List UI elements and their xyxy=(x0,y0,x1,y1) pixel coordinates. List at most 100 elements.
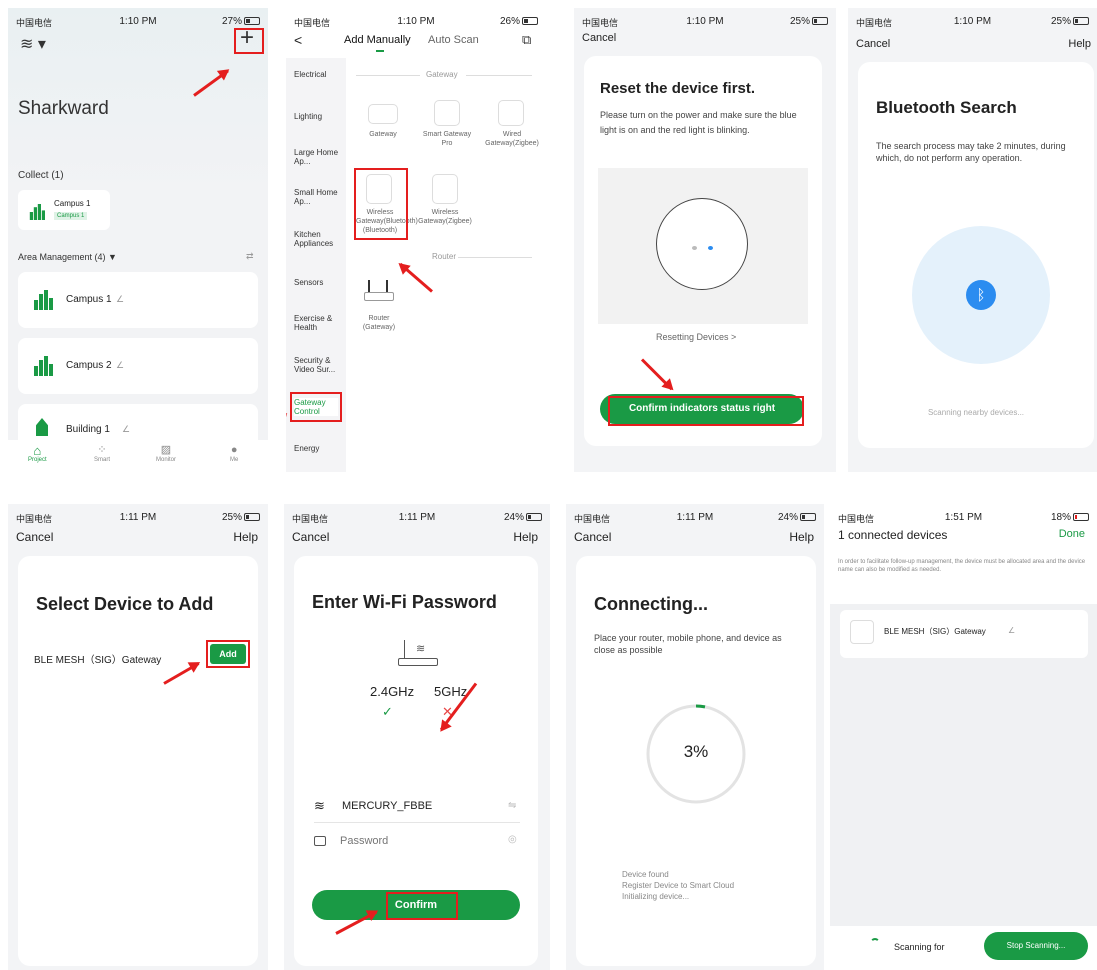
category-item[interactable]: Large Home Ap... xyxy=(294,148,340,166)
category-item[interactable]: Small Home Ap... xyxy=(294,188,340,206)
card-title: Reset the device first. xyxy=(600,80,756,97)
category-item[interactable]: Exercise & Health xyxy=(294,314,340,332)
switch-network-icon[interactable]: ⇋ xyxy=(508,800,516,811)
tab-underline xyxy=(376,50,384,52)
device-gateway[interactable] xyxy=(368,104,398,124)
area-management-label[interactable]: Area Management (4) ▼ xyxy=(18,252,117,262)
password-input[interactable] xyxy=(340,832,490,850)
category-item[interactable]: Electrical xyxy=(294,70,344,79)
device-label: Router (Gateway) xyxy=(362,315,396,331)
screen-project: 中国电信 1:10 PM 27% ≋ ▾ + Sharkward Collect (… xyxy=(8,8,268,472)
bottom-tab-bar: ⌂ Project ⁘ Smart ▨ Monitor ● Me xyxy=(8,440,268,472)
tab-smart[interactable]: ⁘ Smart xyxy=(94,444,110,463)
divider xyxy=(314,822,520,823)
select-card: Select Device to Add BLE MESH（SIG）Gatewa… xyxy=(18,556,258,966)
edit-icon[interactable]: ∠ xyxy=(1008,626,1015,635)
screen-add-manually: 中国电信 1:10 PM 26% < Add Manually Auto Scan … xyxy=(286,8,546,472)
help-button[interactable]: Help xyxy=(233,530,258,544)
device-smart-gateway-pro[interactable] xyxy=(434,100,460,126)
area-name: Building 1 xyxy=(66,424,110,435)
show-password-icon[interactable]: ◎ xyxy=(508,834,517,845)
card-body: Place your router, mobile phone, and dev… xyxy=(594,633,782,655)
screen-select-device: 中国电信 1:11 PM 25% Cancel Help Select Device… xyxy=(8,504,268,970)
layers-icon[interactable]: ≋ ▾ xyxy=(20,34,46,54)
category-item[interactable]: Security & Video Sur... xyxy=(294,356,344,374)
done-button[interactable]: Done xyxy=(1059,528,1085,540)
bottom-bar: Scanning for Stop Scanning... xyxy=(830,926,1097,970)
band-24ghz: 2.4GHz xyxy=(370,684,415,699)
device-label: Wired Gateway(Zigbee) xyxy=(485,131,539,147)
device-wired-gateway[interactable] xyxy=(498,100,524,126)
area-card-campus-1[interactable]: Campus 1 ∠ xyxy=(18,272,258,328)
status-bar: 中国电信 1:11 PM 24% xyxy=(284,504,550,530)
status-bar: 中国电信 1:11 PM 24% xyxy=(566,504,824,530)
card-body: The search process may take 2 minutes, d… xyxy=(876,141,1066,163)
tab-auto-scan[interactable]: Auto Scan xyxy=(428,34,479,46)
help-button[interactable]: Help xyxy=(1068,38,1091,50)
status-bar: 中国电信 1:10 PM 25% xyxy=(848,8,1097,34)
device-card[interactable]: BLE MESH（SIG）Gateway ∠ xyxy=(840,610,1088,658)
device-illustration xyxy=(598,168,808,324)
tab-me[interactable]: ● Me xyxy=(230,444,238,463)
building-icon xyxy=(32,290,54,310)
divider xyxy=(466,75,532,76)
device-label: Gateway xyxy=(369,131,397,138)
cancel-button[interactable]: Cancel xyxy=(574,530,611,544)
stop-scanning-button[interactable]: Stop Scanning... xyxy=(984,932,1088,960)
device-thumb xyxy=(850,620,874,644)
log-line: Device found xyxy=(622,870,669,879)
scanning-label: Scanning for xyxy=(894,942,945,952)
cancel-button[interactable]: Cancel xyxy=(582,32,616,44)
resetting-devices-link[interactable]: Resetting Devices > xyxy=(656,332,736,342)
tab-monitor[interactable]: ▨ Monitor xyxy=(156,444,176,463)
area-name: Campus 1 xyxy=(66,294,112,305)
tower-icon xyxy=(36,418,48,436)
led-light xyxy=(692,246,697,250)
reset-card: Reset the device first. Please turn on t… xyxy=(584,56,822,446)
area-card-campus-2[interactable]: Campus 2 ∠ xyxy=(18,338,258,394)
cancel-button[interactable]: Cancel xyxy=(292,530,329,544)
cancel-button[interactable]: Cancel xyxy=(856,38,890,50)
tab-project[interactable]: ⌂ Project xyxy=(28,444,47,463)
edit-icon[interactable]: ∠ xyxy=(116,360,124,371)
scanning-status: Scanning nearby devices... xyxy=(927,408,1025,417)
help-button[interactable]: Help xyxy=(513,530,538,544)
scan-icon[interactable]: ⧉ xyxy=(522,32,531,48)
edit-icon[interactable]: ∠ xyxy=(122,424,130,435)
screen-connecting: 中国电信 1:11 PM 24% Cancel Help Connecting...… xyxy=(566,504,824,970)
category-item[interactable]: Kitchen Appliances xyxy=(294,230,344,248)
category-item[interactable]: Energy xyxy=(294,444,344,453)
divider xyxy=(458,257,532,258)
page-title: Sharkward xyxy=(18,98,109,119)
screen-bluetooth-search: 中国电信 1:10 PM 25% Cancel Help Bluetooth Sea… xyxy=(848,8,1097,472)
log-line: Initializing device... xyxy=(622,892,690,901)
info-note: In order to facilitate follow-up managem… xyxy=(838,559,1086,573)
card-title: Select Device to Add xyxy=(36,594,214,614)
tab-add-manually[interactable]: Add Manually xyxy=(344,34,411,46)
progress-percent: 3% xyxy=(683,742,709,761)
sort-icon[interactable]: ⇄ xyxy=(246,251,254,262)
page-title: 1 connected devices xyxy=(838,528,948,542)
section-gateway: Gateway xyxy=(426,70,458,79)
pointer-arrow xyxy=(399,262,433,293)
collect-label: Collect (1) xyxy=(18,170,64,181)
highlight-gateway-control xyxy=(290,392,342,422)
ssid-field[interactable]: MERCURY_FBBE xyxy=(342,800,432,812)
device-circle xyxy=(656,198,748,290)
device-wireless-gateway-zigbee[interactable] xyxy=(432,174,458,204)
connecting-card: Connecting... Place your router, mobile … xyxy=(576,556,816,966)
collect-item[interactable]: Campus 1 Campus 1 xyxy=(18,190,110,230)
device-name: BLE MESH（SIG）Gateway xyxy=(34,655,162,666)
device-router[interactable] xyxy=(364,280,394,304)
help-button[interactable]: Help xyxy=(789,530,814,544)
category-item[interactable]: Sensors xyxy=(294,278,344,287)
building-icon xyxy=(32,356,54,376)
category-item[interactable]: Lighting xyxy=(294,112,344,121)
back-button[interactable]: < xyxy=(294,32,302,48)
card-title: Enter Wi-Fi Password xyxy=(312,592,497,612)
edit-icon[interactable]: ∠ xyxy=(116,294,124,305)
cancel-button[interactable]: Cancel xyxy=(16,530,53,544)
collect-item-name: Campus 1 xyxy=(54,199,91,208)
highlight-add xyxy=(206,640,250,668)
screen-connected-devices: 中国电信 1:51 PM 18% 1 connected devices Done … xyxy=(830,504,1097,970)
